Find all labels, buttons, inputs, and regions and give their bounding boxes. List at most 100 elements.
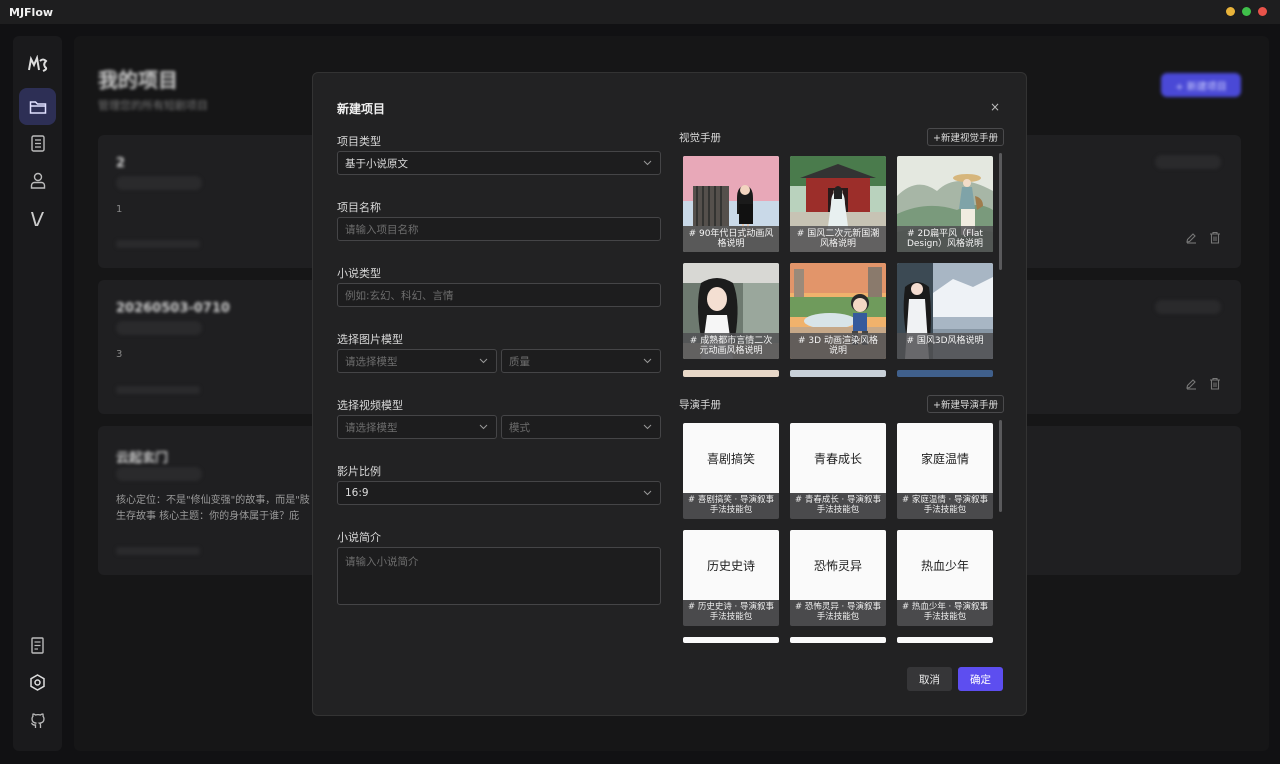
new-visual-handbook-button[interactable]: +新建视觉手册 [927, 128, 1004, 146]
sidebar-item-projects[interactable] [19, 88, 56, 125]
v-logo-icon [30, 211, 44, 226]
project-tag [116, 176, 202, 190]
chevron-down-icon [643, 490, 652, 496]
app-title: MJFlow [9, 5, 54, 19]
visual-handbook-card[interactable]: # 2D扁平风（Flat Design）风格说明 [897, 156, 993, 252]
visual-handbook-card[interactable]: # 成熟都市言情二次元动画风格说明 [683, 263, 779, 359]
video-model-placeholder: 请选择模型 [345, 421, 398, 434]
project-tag [116, 467, 202, 481]
create-project-button[interactable]: + 新建项目 [1161, 73, 1241, 97]
dialog-title: 新建项目 [337, 102, 386, 116]
edit-icon[interactable] [1185, 375, 1197, 394]
novel-type-input[interactable]: 例如:玄幻、科幻、言情 [337, 283, 661, 307]
visual-handbook-card[interactable]: # 90年代日式动画风格说明 [683, 156, 779, 252]
sidebar [13, 36, 62, 751]
project-status-pill [1155, 300, 1221, 314]
visual-handbook-card[interactable]: # 国风二次元新国潮风格说明 [790, 156, 886, 252]
director-handbook-grid: 喜剧搞笑 # 喜剧搞笑 · 导演叙事手法技能包 青春成长 # 青春成长 · 导演… [683, 423, 997, 643]
visual-handbook-grid: # 90年代日式动画风格说明 # 国风二次元新国潮风格说明 # 2D扁平风（Fl… [683, 156, 997, 377]
visual-handbook-card[interactable]: # 国风3D风格说明 [897, 263, 993, 359]
director-handbook-card[interactable]: 家庭温情 # 家庭温情 · 导演叙事手法技能包 [897, 423, 993, 519]
project-date [116, 547, 200, 555]
director-handbook-caption: # 家庭温情 · 导演叙事手法技能包 [897, 493, 993, 519]
aspect-ratio-select[interactable]: 16:9 [337, 481, 661, 505]
novel-type-label: 小说类型 [337, 267, 381, 280]
sidebar-item-user[interactable] [19, 162, 56, 199]
aspect-ratio-label: 影片比例 [337, 465, 381, 478]
project-desc: 3 [116, 349, 123, 360]
sidebar-item-receipt[interactable] [19, 627, 56, 664]
video-mode-select[interactable]: 模式 [501, 415, 661, 439]
sidebar-item-github[interactable] [19, 702, 56, 739]
github-icon [30, 713, 45, 728]
project-date [116, 386, 200, 394]
director-handbook-card[interactable] [790, 637, 886, 643]
project-tag [116, 321, 202, 335]
director-handbook-card[interactable]: 历史史诗 # 历史史诗 · 导演叙事手法技能包 [683, 530, 779, 626]
sidebar-item-v[interactable] [19, 200, 56, 237]
visual-handbook-caption: # 90年代日式动画风格说明 [683, 226, 779, 252]
visual-handbook-card[interactable]: # 3D 动画渲染风格说明 [790, 263, 886, 359]
director-handbook-card[interactable] [897, 637, 993, 643]
director-handbook-card[interactable]: 热血少年 # 热血少年 · 导演叙事手法技能包 [897, 530, 993, 626]
title-bar: MJFlow [0, 0, 1280, 24]
director-handbook-caption: # 热血少年 · 导演叙事手法技能包 [897, 600, 993, 626]
chevron-down-icon [643, 160, 652, 166]
image-quality-select[interactable]: 质量 [501, 349, 661, 373]
director-handbook-card[interactable] [683, 637, 779, 643]
chevron-down-icon [643, 424, 652, 430]
sidebar-item-settings[interactable] [19, 664, 56, 701]
receipt-icon [31, 637, 44, 654]
project-title: 20260503-0710 [116, 301, 230, 316]
window-controls [1226, 7, 1267, 16]
delete-icon[interactable] [1209, 229, 1221, 248]
edit-icon[interactable] [1185, 229, 1197, 248]
confirm-button[interactable]: 确定 [958, 667, 1003, 691]
visual-handbook-card[interactable] [790, 370, 886, 377]
chevron-down-icon [643, 358, 652, 364]
director-handbook-label: 导演手册 [679, 399, 721, 411]
close-window-button[interactable] [1258, 7, 1267, 16]
page-subtitle: 管理您的所有短剧项目 [98, 99, 208, 112]
project-name-input[interactable]: 请输入项目名称 [337, 217, 661, 241]
synopsis-label: 小说简介 [337, 531, 381, 544]
image-model-select[interactable]: 请选择模型 [337, 349, 497, 373]
image-quality-placeholder: 质量 [509, 355, 530, 368]
close-icon[interactable]: × [990, 100, 1000, 114]
visual-handbook-caption: # 国风3D风格说明 [897, 333, 993, 359]
image-model-placeholder: 请选择模型 [345, 355, 398, 368]
project-type-select[interactable]: 基于小说原文 [337, 151, 661, 175]
director-handbook-caption: # 喜剧搞笑 · 导演叙事手法技能包 [683, 493, 779, 519]
delete-icon[interactable] [1209, 375, 1221, 394]
director-handbook-title: 热血少年 [897, 530, 993, 600]
sidebar-item-documents[interactable] [19, 125, 56, 162]
director-handbook-card[interactable]: 喜剧搞笑 # 喜剧搞笑 · 导演叙事手法技能包 [683, 423, 779, 519]
director-handbook-scrollbar[interactable] [999, 420, 1002, 512]
synopsis-textarea[interactable]: 请输入小说简介 [337, 547, 661, 605]
chevron-down-icon [479, 358, 488, 364]
project-desc: 核心定位：不是"修仙变强"的故事，而是"肢 生存故事 核心主题：你的身体属于谁？… [116, 495, 310, 522]
project-name-label: 项目名称 [337, 201, 381, 214]
visual-handbook-scrollbar[interactable] [999, 153, 1002, 270]
page-title: 我的项目 [98, 68, 178, 92]
director-handbook-caption: # 恐怖灵异 · 导演叙事手法技能包 [790, 600, 886, 626]
visual-handbook-card[interactable] [683, 370, 779, 377]
visual-handbook-card[interactable] [897, 370, 993, 377]
user-icon [30, 172, 45, 189]
director-handbook-card[interactable]: 青春成长 # 青春成长 · 导演叙事手法技能包 [790, 423, 886, 519]
video-model-select[interactable]: 请选择模型 [337, 415, 497, 439]
maximize-button[interactable] [1242, 7, 1251, 16]
cancel-button[interactable]: 取消 [907, 667, 952, 691]
director-handbook-caption: # 历史史诗 · 导演叙事手法技能包 [683, 600, 779, 626]
director-handbook-caption: # 青春成长 · 导演叙事手法技能包 [790, 493, 886, 519]
new-project-dialog: 新建项目 × 项目类型 基于小说原文 项目名称 请输入项目名称 小说类型 例如:… [312, 72, 1027, 716]
director-handbook-title: 恐怖灵异 [790, 530, 886, 600]
director-handbook-card[interactable]: 恐怖灵异 # 恐怖灵异 · 导演叙事手法技能包 [790, 530, 886, 626]
mj-logo-icon[interactable] [19, 45, 56, 82]
director-handbook-title: 家庭温情 [897, 423, 993, 493]
video-mode-placeholder: 模式 [509, 421, 530, 434]
project-type-value: 基于小说原文 [345, 157, 408, 170]
new-director-handbook-button[interactable]: +新建导演手册 [927, 395, 1004, 413]
minimize-button[interactable] [1226, 7, 1235, 16]
visual-handbook-label: 视觉手册 [679, 132, 721, 144]
